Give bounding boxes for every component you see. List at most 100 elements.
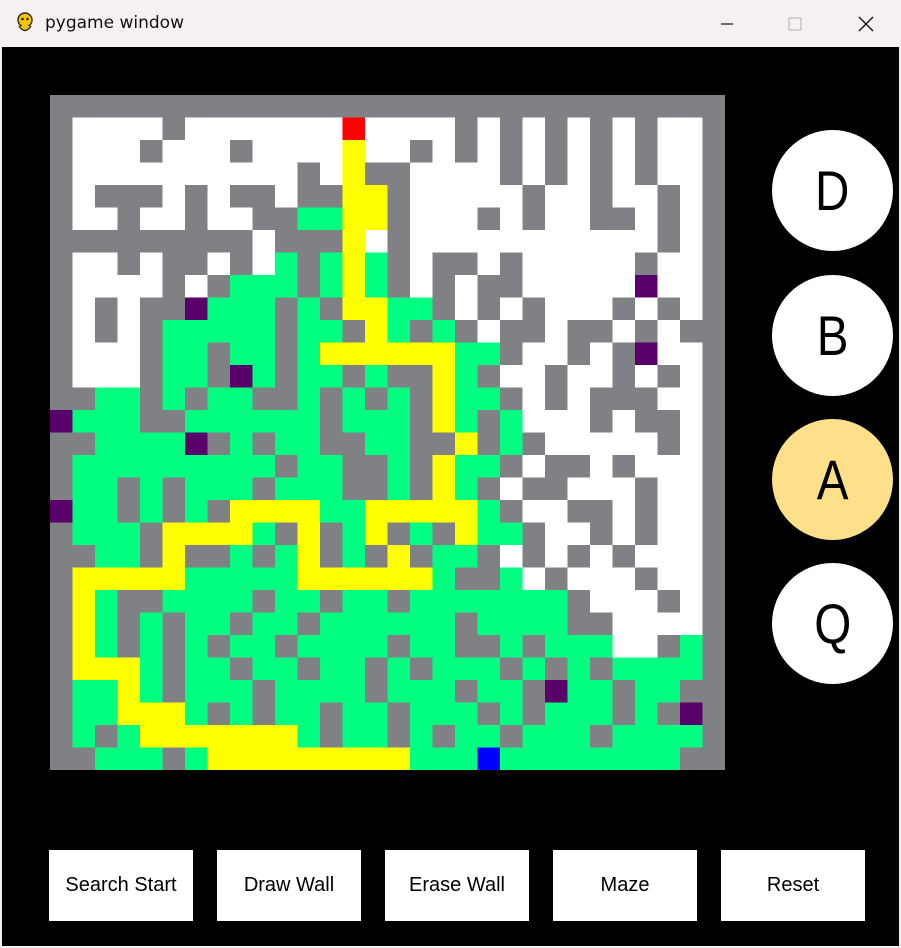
visited-cell[interactable] [342,410,366,433]
wall[interactable] [455,140,478,163]
path-cell[interactable] [387,747,411,771]
visited-cell[interactable] [185,612,208,636]
open-cell[interactable] [500,207,523,231]
wall[interactable] [275,365,298,388]
visited-cell[interactable] [567,747,591,771]
wall[interactable] [635,320,658,343]
open-cell[interactable] [590,567,613,591]
wall[interactable] [500,320,523,343]
wall[interactable] [635,477,658,501]
reset-button[interactable]: Reset [721,850,865,921]
path-cell[interactable] [432,410,456,433]
wall[interactable] [275,230,298,253]
open-cell[interactable] [117,297,141,321]
visited-cell[interactable] [500,680,523,703]
open-cell[interactable] [522,342,546,366]
wall[interactable] [185,207,208,231]
wall[interactable] [657,432,681,456]
visited-cell[interactable] [365,725,388,748]
visited-cell[interactable] [500,590,523,613]
visited-cell[interactable] [230,297,253,321]
open-cell[interactable] [612,500,636,523]
visited-cell[interactable] [162,590,186,613]
wall[interactable] [477,275,501,298]
wall[interactable] [387,702,411,726]
wall[interactable] [72,387,96,411]
open-cell[interactable] [522,252,546,276]
visited-cell[interactable] [432,320,456,343]
wall[interactable] [297,252,321,276]
wall[interactable] [117,590,141,613]
visited-cell[interactable] [140,680,163,703]
wall[interactable] [207,230,231,253]
wall[interactable] [50,275,73,298]
wall[interactable] [185,387,208,411]
open-cell[interactable] [140,207,163,231]
path-cell[interactable] [365,320,388,343]
wall[interactable] [50,185,73,208]
wall[interactable] [702,612,726,636]
visited-cell[interactable] [365,252,388,276]
wall[interactable] [50,252,73,276]
wall[interactable] [567,612,591,636]
path-cell[interactable] [230,725,253,748]
wall[interactable] [590,95,613,118]
open-cell[interactable] [590,230,613,253]
wall[interactable] [252,432,276,456]
wall[interactable] [567,320,591,343]
visited-cell[interactable] [252,612,276,636]
wall[interactable] [275,207,298,231]
wall[interactable] [590,725,613,748]
wall[interactable] [522,635,546,658]
wall[interactable] [320,230,343,253]
visited-cell[interactable] [117,747,141,771]
open-cell[interactable] [612,117,636,141]
open-cell[interactable] [477,162,501,186]
wall[interactable] [702,230,726,253]
open-cell[interactable] [590,275,613,298]
visited-cell[interactable] [342,612,366,636]
open-cell[interactable] [590,365,613,388]
open-cell[interactable] [680,500,703,523]
wall[interactable] [477,635,501,658]
wall[interactable] [252,702,276,726]
open-cell[interactable] [207,185,231,208]
search-start-button[interactable]: Search Start [49,850,193,921]
wall[interactable] [410,387,433,411]
wall[interactable] [522,185,546,208]
open-cell[interactable] [612,612,636,636]
open-cell[interactable] [140,252,163,276]
wall[interactable] [342,320,366,343]
path-cell[interactable] [455,500,478,523]
open-cell[interactable] [185,117,208,141]
wall[interactable] [522,680,546,703]
visited-cell[interactable] [320,207,343,231]
open-cell[interactable] [95,342,118,366]
wall[interactable] [500,275,523,298]
visited-cell[interactable] [612,657,636,681]
visited-cell[interactable] [500,635,523,658]
wall[interactable] [522,702,546,726]
wall[interactable] [162,297,186,321]
visited-cell[interactable] [612,725,636,748]
path-cell[interactable] [95,657,118,681]
path-cell[interactable] [432,477,456,501]
wall[interactable] [477,207,501,231]
open-cell[interactable] [95,365,118,388]
wall[interactable] [50,702,73,726]
visited-cell[interactable] [432,545,456,568]
visited-cell[interactable] [72,702,96,726]
visited-cell[interactable] [230,387,253,411]
maze-grid[interactable] [50,95,725,770]
open-cell[interactable] [185,140,208,163]
open-cell[interactable] [635,455,658,478]
wall[interactable] [297,275,321,298]
open-cell[interactable] [657,252,681,276]
visited-cell[interactable] [612,747,636,771]
wall[interactable] [635,140,658,163]
wall[interactable] [162,657,186,681]
wall[interactable] [72,95,96,118]
wall[interactable] [635,567,658,591]
visited-cell[interactable] [72,725,96,748]
wall[interactable] [275,522,298,546]
